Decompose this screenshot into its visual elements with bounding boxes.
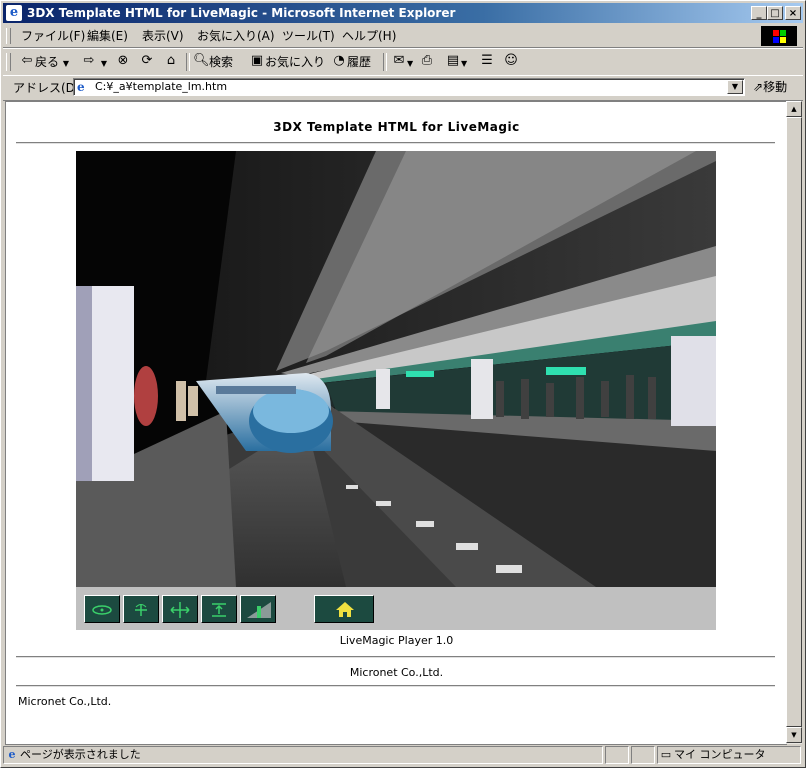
elevate-mode-button[interactable] xyxy=(201,595,237,623)
speed-icon xyxy=(247,602,271,618)
edit-dropdown-icon: ▼ xyxy=(461,59,468,68)
discuss-button[interactable]: ☰ xyxy=(479,53,495,71)
print-button[interactable]: ⎙ xyxy=(419,53,435,71)
menu-view[interactable]: 表示(V) xyxy=(142,28,184,44)
back-arrow-icon: ⇦ xyxy=(21,53,33,68)
livemagic-3d-viewer[interactable] xyxy=(76,151,716,587)
toolbar-grip xyxy=(6,53,11,71)
viewer-control-bar xyxy=(76,587,716,630)
player-caption: LiveMagic Player 1.0 xyxy=(339,634,454,647)
footer-text: Micronet Co.,Ltd. xyxy=(18,695,112,708)
eye-icon xyxy=(92,605,112,615)
mail-button[interactable]: ✉ ▼ xyxy=(391,53,414,71)
page-title: 3DX Template HTML for LiveMagic xyxy=(273,120,520,134)
home-icon xyxy=(336,602,354,617)
search-label: 検索 xyxy=(209,55,234,69)
computer-icon: ▭ xyxy=(660,748,672,761)
back-button[interactable]: ⇦ 戻る ▼ xyxy=(19,53,69,71)
address-value: C:¥_a¥template_lm.htm xyxy=(95,80,228,93)
refresh-button[interactable]: ⟳ xyxy=(139,53,155,71)
edit-icon: ▤ xyxy=(446,53,460,68)
messenger-icon: ☺ xyxy=(504,53,518,68)
menu-grip xyxy=(6,28,11,44)
look-mode-button[interactable] xyxy=(84,595,120,623)
scroll-thumb[interactable] xyxy=(786,117,802,727)
stop-button[interactable]: ⊗ xyxy=(115,53,131,71)
history-button[interactable]: ◔ 履歴 xyxy=(331,53,371,71)
maximize-button[interactable]: □ xyxy=(767,6,783,20)
menu-tools[interactable]: ツール(T) xyxy=(282,28,335,44)
page-content: 3DX Template HTML for LiveMagic LiveMagi… xyxy=(5,101,787,745)
status-cell xyxy=(631,746,655,764)
window-title: 3DX Template HTML for LiveMagic - Micros… xyxy=(27,6,456,20)
back-label: 戻る xyxy=(35,55,60,69)
speed-mode-button[interactable] xyxy=(240,595,276,623)
ie-logo-icon: e xyxy=(6,5,22,21)
address-input[interactable]: e C:¥_a¥template_lm.htm ▼ xyxy=(73,78,745,96)
elevate-icon xyxy=(212,603,226,617)
print-icon: ⎙ xyxy=(421,53,433,68)
go-label: 移動 xyxy=(763,80,788,94)
company-name: Micronet Co.,Ltd. xyxy=(349,666,444,679)
move-icon xyxy=(170,602,190,618)
status-text: ページが表示されました xyxy=(20,748,141,761)
scroll-down-button[interactable]: ▼ xyxy=(786,727,802,743)
history-label: 履歴 xyxy=(347,55,372,69)
home-icon: ⌂ xyxy=(166,53,176,68)
edit-button[interactable]: ▤ ▼ xyxy=(445,53,467,71)
rotate-icon xyxy=(135,604,147,616)
history-icon: ◔ xyxy=(333,53,345,68)
menu-edit[interactable]: 編集(E) xyxy=(87,28,128,44)
divider xyxy=(16,142,775,144)
divider xyxy=(16,685,775,687)
address-label: アドレス(D) xyxy=(13,81,80,95)
favorites-button[interactable]: ▣ お気に入り xyxy=(249,53,325,71)
search-icon: 🔍︎ xyxy=(193,53,210,68)
scroll-up-button[interactable]: ▲ xyxy=(786,101,802,117)
status-cell xyxy=(605,746,629,764)
mail-icon: ✉ xyxy=(393,53,405,68)
refresh-icon: ⟳ xyxy=(141,53,153,68)
toolbar-separator xyxy=(186,53,190,71)
menu-bar: ファイル(F) 編集(E) 表示(V) お気に入り(A) ツール(T) ヘルプ(… xyxy=(3,25,803,48)
home-view-button[interactable] xyxy=(314,595,374,623)
go-button[interactable]: ⇗移動 xyxy=(753,79,787,95)
go-arrow-icon: ⇗ xyxy=(753,80,764,94)
status-bar: e ページが表示されました ▭ マイ コンピュータ xyxy=(3,745,803,765)
station-scene-image xyxy=(76,151,716,587)
minimize-button[interactable]: _ xyxy=(751,6,767,20)
back-dropdown-icon: ▼ xyxy=(62,59,69,68)
messenger-button[interactable]: ☺ xyxy=(503,53,519,71)
browser-window: e 3DX Template HTML for LiveMagic - Micr… xyxy=(0,0,806,768)
stop-icon: ⊗ xyxy=(117,53,129,68)
forward-dropdown-icon: ▼ xyxy=(100,59,107,68)
divider xyxy=(16,656,775,658)
zone-label: マイ コンピュータ xyxy=(674,748,766,761)
vertical-scrollbar[interactable]: ▲ ▼ xyxy=(786,101,802,744)
page-done-icon: e xyxy=(8,748,16,761)
title-bar: e 3DX Template HTML for LiveMagic - Micr… xyxy=(3,3,803,23)
page-icon: e xyxy=(77,80,85,94)
discuss-icon: ☰ xyxy=(481,53,493,68)
status-zone: ▭ マイ コンピュータ xyxy=(657,746,801,764)
menu-help[interactable]: ヘルプ(H) xyxy=(342,28,396,44)
address-dropdown-button[interactable]: ▼ xyxy=(727,80,743,94)
home-button[interactable]: ⌂ xyxy=(163,53,179,71)
forward-arrow-icon: ⇨ xyxy=(83,53,95,68)
menu-file[interactable]: ファイル(F) xyxy=(21,28,85,44)
rotate-mode-button[interactable] xyxy=(123,595,159,623)
mail-dropdown-icon: ▼ xyxy=(407,59,414,68)
status-main: e ページが表示されました xyxy=(3,746,603,764)
address-bar: アドレス(D) e C:¥_a¥template_lm.htm ▼ ⇗移動 xyxy=(3,75,803,101)
favorites-icon: ▣ xyxy=(250,53,264,68)
windows-logo-icon xyxy=(761,26,797,46)
toolbar-separator xyxy=(383,53,387,71)
favorites-label: お気に入り xyxy=(265,55,326,69)
close-button[interactable]: × xyxy=(785,6,801,20)
search-button[interactable]: 🔍︎検索 xyxy=(193,53,233,71)
standard-toolbar: ⇦ 戻る ▼ ⇨ ▼ ⊗ ⟳ ⌂ 🔍︎検索 ▣ お気に入り ◔ 履歴 ✉ ▼ ⎙ ▤ ▼ … xyxy=(3,48,803,76)
forward-button[interactable]: ⇨ ▼ xyxy=(81,53,107,71)
move-mode-button[interactable] xyxy=(162,595,198,623)
menu-favorites[interactable]: お気に入り(A) xyxy=(197,28,275,44)
